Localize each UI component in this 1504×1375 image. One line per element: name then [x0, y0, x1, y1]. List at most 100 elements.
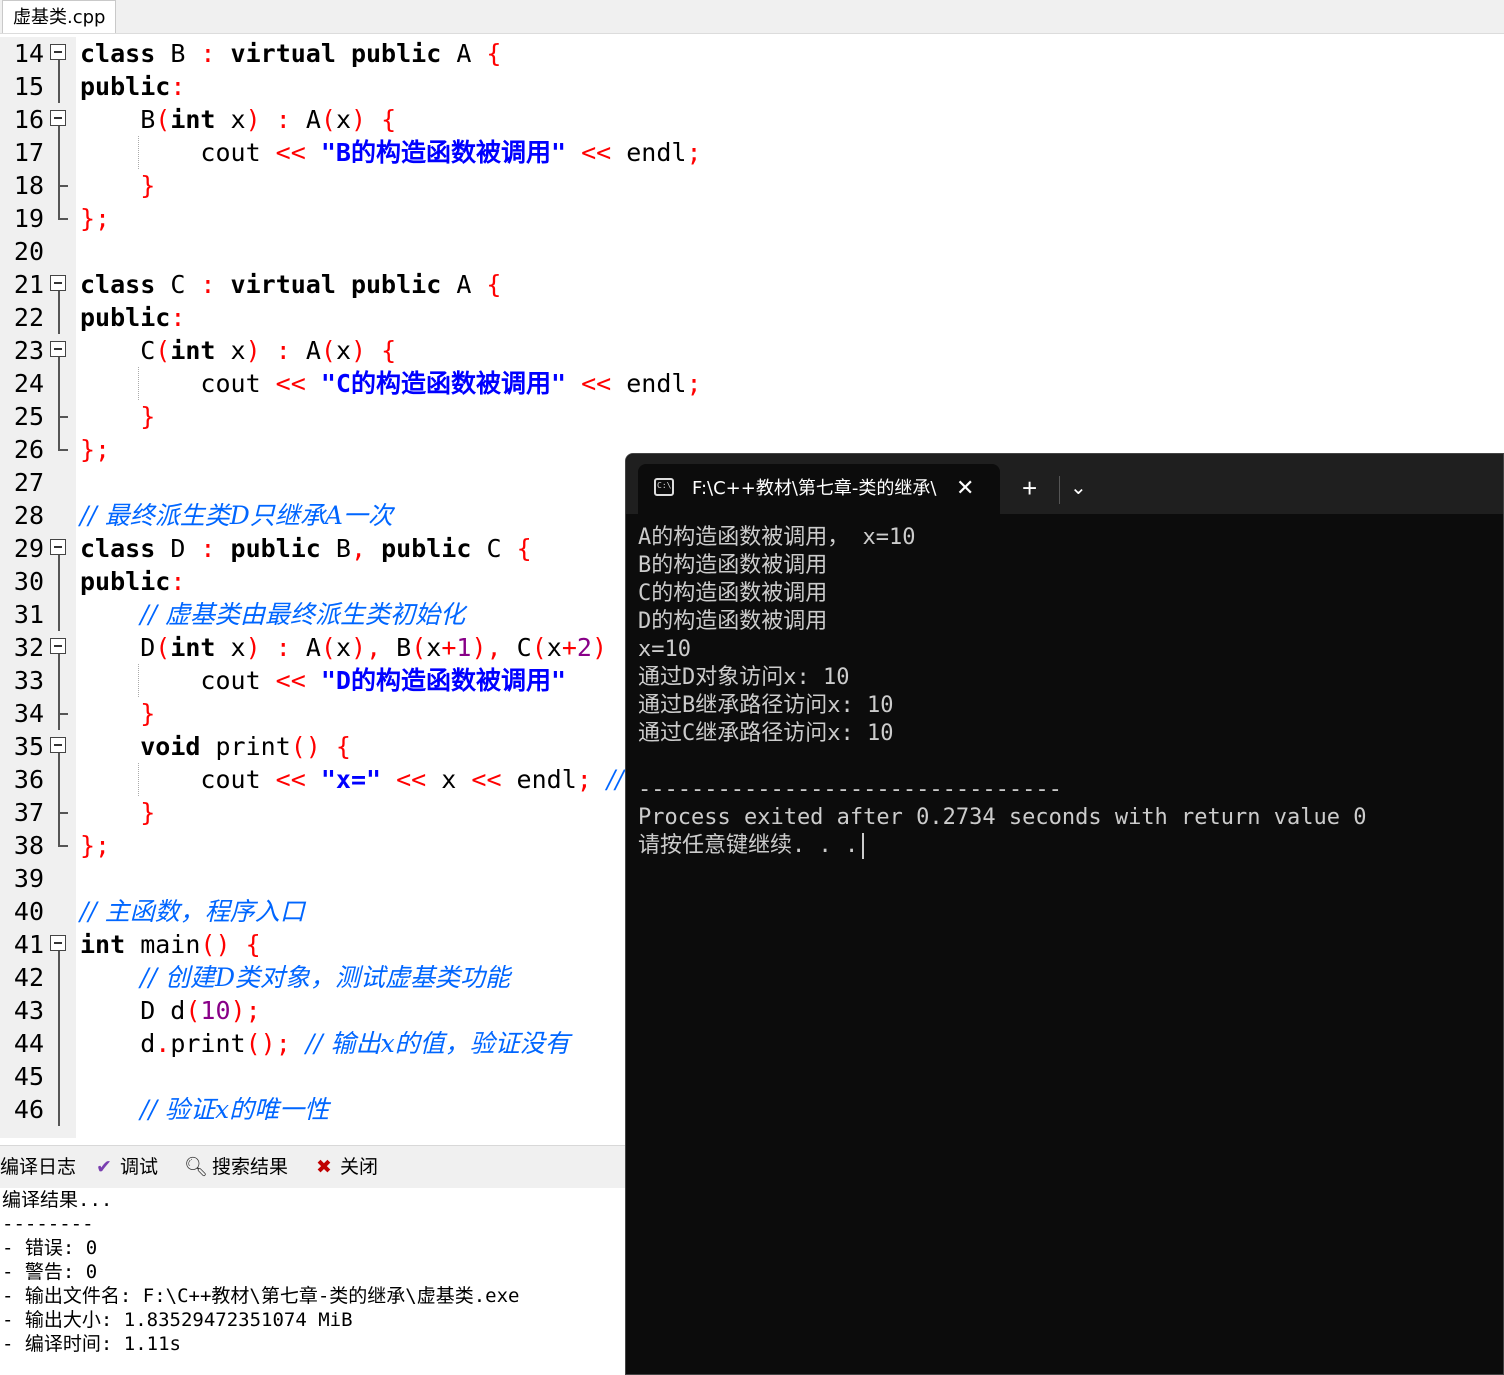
code-token: int: [170, 105, 216, 134]
fold-line: [46, 961, 70, 994]
code-token: }: [140, 171, 156, 200]
code-text: C(int x) : A(x) {: [80, 334, 396, 367]
code-line: 23 C(int x) : A(x) {: [0, 334, 1504, 367]
code-token: cout: [80, 666, 276, 695]
line-number: 20: [13, 237, 44, 266]
code-token: :: [170, 567, 186, 596]
code-text: }: [80, 400, 155, 433]
fold-toggle-icon[interactable]: [46, 631, 70, 664]
fold-toggle-icon[interactable]: [46, 103, 70, 136]
code-text: // 创建D类对象，测试虚基类功能: [80, 961, 510, 994]
terminal-tab[interactable]: F:\C++教材\第七章-类的继承\ ✕: [638, 464, 1000, 514]
code-token: B: [381, 633, 412, 662]
code-line: 22 public:: [0, 301, 1504, 334]
code-token: :: [170, 303, 186, 332]
tab-search-results[interactable]: 🔍︎ 搜索结果: [184, 1150, 288, 1184]
tab-compile-log[interactable]: 编译日志: [0, 1150, 76, 1184]
code-line: 25 }: [0, 400, 1504, 433]
code-text: D d(10);: [80, 994, 261, 1027]
fold-toggle-icon[interactable]: [46, 268, 70, 301]
code-token: C: [501, 633, 532, 662]
fold-line: [46, 367, 70, 400]
fold-toggle-icon[interactable]: [46, 928, 70, 961]
compile-log-output: 编译结果... -------- - 错误: 0 - 警告: 0 - 输出文件名…: [0, 1188, 625, 1375]
line-number: 19: [13, 204, 44, 233]
fold-toggle-icon[interactable]: [46, 730, 70, 763]
line-number: 43: [13, 996, 44, 1025]
line-number: 44: [13, 1029, 44, 1058]
fold-toggle-icon[interactable]: [46, 37, 70, 70]
code-token: int: [170, 633, 216, 662]
code-text: public:: [80, 301, 185, 334]
fold-toggle-icon[interactable]: [46, 532, 70, 565]
line-number: 16: [13, 105, 44, 134]
code-token: // 虚基类由最终派生类初始化: [140, 600, 466, 629]
code-text: class C : virtual public A {: [80, 268, 501, 301]
fold-line: [46, 136, 70, 169]
terminal-output: A的构造函数被调用， x=10 B的构造函数被调用 C的构造函数被调用 D的构造…: [638, 524, 1503, 860]
code-token: B: [320, 534, 351, 563]
line-number: 25: [13, 402, 44, 431]
tab-close-panel[interactable]: ✖ 关闭: [312, 1150, 378, 1184]
line-number: 26: [13, 435, 44, 464]
log-line: - 输出大小: 1.83529472351074 MiB: [2, 1309, 353, 1331]
code-token: public: [80, 72, 171, 101]
code-token: A: [441, 39, 487, 68]
line-number: 14: [13, 39, 44, 68]
code-token: );: [230, 996, 261, 1025]
code-line: 18 }: [0, 169, 1504, 202]
fold-toggle-icon[interactable]: [46, 334, 70, 367]
code-text: public:: [80, 70, 185, 103]
code-token: B: [80, 105, 156, 134]
chevron-down-icon[interactable]: ⌄: [1070, 464, 1087, 512]
code-text: public:: [80, 565, 185, 598]
code-token: ();: [245, 1029, 291, 1058]
code-token: ): [351, 105, 367, 134]
code-token: endl: [501, 765, 577, 794]
terminal-prompt-line: 请按任意键继续. . .: [638, 832, 1503, 860]
code-token: .: [155, 1029, 171, 1058]
terminal-line: D的构造函数被调用: [638, 609, 828, 634]
code-text: cout << "B的构造函数被调用" << endl;: [80, 136, 701, 169]
line-number: 35: [13, 732, 44, 761]
code-token: ;: [576, 765, 592, 794]
editor-tab-bar: 虚基类.cpp: [0, 0, 1504, 34]
tab-debug[interactable]: ✔ 调试: [92, 1150, 158, 1184]
code-text: // 虚基类由最终派生类初始化: [80, 598, 465, 631]
code-line: 19};: [0, 202, 1504, 235]
terminal-line: C的构造函数被调用: [638, 581, 828, 606]
code-token: <<: [275, 369, 306, 398]
code-token: (): [200, 930, 231, 959]
code-text: class B : virtual public A {: [80, 37, 501, 70]
new-tab-icon[interactable]: +: [1022, 464, 1037, 512]
code-line: 24 cout << "C的构造函数被调用" << endl;: [0, 367, 1504, 400]
terminal-separator-line: --------------------------------: [638, 777, 1062, 802]
fold-gap: [46, 466, 70, 499]
close-icon[interactable]: ✕: [956, 464, 974, 512]
line-number: 31: [13, 600, 44, 629]
code-token: }: [140, 402, 156, 431]
terminal-window[interactable]: F:\C++教材\第七章-类的继承\ ✕ + ⌄ A的构造函数被调用， x=10…: [625, 453, 1504, 1375]
line-number: 36: [13, 765, 44, 794]
file-tab[interactable]: 虚基类.cpp: [2, 0, 117, 33]
code-text: d.print(); // 输出x的值，验证没有: [80, 1027, 570, 1060]
code-token: (: [155, 336, 171, 365]
code-token: // 最终派生类D只继承A一次: [80, 501, 393, 530]
check-icon: ✔: [96, 1156, 112, 1178]
terminal-titlebar: F:\C++教材\第七章-类的继承\ ✕ + ⌄: [626, 454, 1503, 514]
fold-line: [46, 400, 70, 433]
code-token: cout: [80, 765, 276, 794]
code-token: ): [591, 633, 608, 662]
code-token: 2: [576, 633, 592, 662]
code-token: class: [80, 39, 156, 68]
line-number: 18: [13, 171, 44, 200]
code-token: D: [155, 534, 201, 563]
terminal-line: B的构造函数被调用: [638, 553, 828, 578]
